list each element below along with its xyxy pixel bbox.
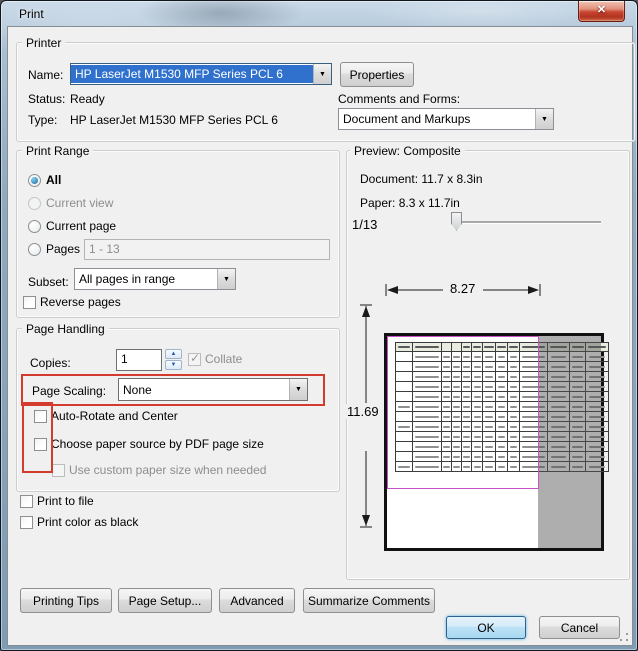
page-scaling-select[interactable]: None ▼: [118, 378, 308, 401]
printer-name-label: Name:: [28, 68, 63, 82]
page-scaling-value: None: [119, 381, 289, 399]
paper-source-checkbox[interactable]: [34, 438, 47, 451]
printer-status-label: Status:: [28, 92, 65, 106]
radio-current-view: [28, 197, 41, 210]
width-dimension-label: 8.27: [448, 281, 477, 296]
title-bar[interactable]: Print ✕: [1, 1, 637, 26]
custom-paper-label: Use custom paper size when needed: [69, 463, 266, 477]
check-icon: ✓: [190, 351, 200, 365]
resize-grip[interactable]: [619, 632, 629, 642]
copies-input[interactable]: 1: [116, 349, 162, 371]
comments-forms-select[interactable]: Document and Markups ▼: [338, 108, 554, 130]
copies-label: Copies:: [30, 356, 71, 370]
spin-up-icon[interactable]: ▲: [165, 349, 182, 359]
printer-group-label: Printer: [22, 36, 65, 50]
comments-forms-label: Comments and Forms:: [338, 92, 460, 106]
print-range-group-label: Print Range: [22, 144, 93, 158]
radio-pages[interactable]: [28, 243, 41, 256]
chevron-down-icon[interactable]: ▼: [289, 379, 307, 400]
spin-down-icon[interactable]: ▼: [165, 360, 182, 370]
subset-select[interactable]: All pages in range ▼: [74, 268, 236, 290]
print-to-file-checkbox[interactable]: [20, 495, 33, 508]
subset-label: Subset:: [28, 275, 69, 289]
preview-content-bounds: [387, 336, 539, 489]
print-color-black-label[interactable]: Print color as black: [37, 515, 138, 529]
preview-document-info: Document: 11.7 x 8.3in: [360, 172, 483, 186]
advanced-button[interactable]: Advanced: [219, 588, 295, 613]
cancel-button[interactable]: Cancel: [539, 616, 620, 639]
printer-name-select[interactable]: HP LaserJet M1530 MFP Series PCL 6 ▼: [70, 63, 332, 85]
properties-button[interactable]: Properties: [340, 62, 414, 87]
page-setup-button[interactable]: Page Setup...: [118, 588, 212, 613]
reverse-pages-label[interactable]: Reverse pages: [40, 295, 121, 309]
preview-page-indicator: 1/13: [352, 217, 377, 232]
radio-all[interactable]: [28, 174, 41, 187]
radio-all-label[interactable]: All: [46, 173, 61, 187]
printing-tips-button[interactable]: Printing Tips: [20, 588, 112, 613]
radio-current-page-label[interactable]: Current page: [46, 219, 116, 233]
window-title: Print: [19, 7, 44, 21]
radio-current-view-label: Current view: [46, 196, 113, 210]
collate-checkbox: ✓: [188, 353, 201, 366]
reverse-pages-checkbox[interactable]: [23, 296, 36, 309]
preview-page: [384, 333, 604, 551]
print-color-black-checkbox[interactable]: [20, 516, 33, 529]
page-scaling-label: Page Scaling:: [32, 384, 106, 398]
paper-source-label[interactable]: Choose paper source by PDF page size: [51, 437, 264, 451]
dialog-body: Printer Name: HP LaserJet M1530 MFP Seri…: [7, 26, 633, 646]
printer-type-label: Type:: [28, 113, 57, 127]
printer-name-value: HP LaserJet M1530 MFP Series PCL 6: [71, 65, 313, 83]
comments-forms-value: Document and Markups: [339, 110, 535, 128]
chevron-down-icon[interactable]: ▼: [535, 109, 553, 129]
print-range-group: [16, 150, 340, 318]
radio-pages-label[interactable]: Pages: [46, 242, 80, 256]
preview-group-label: Preview: Composite: [350, 144, 465, 158]
auto-rotate-label[interactable]: Auto-Rotate and Center: [51, 409, 178, 423]
preview-page-slider-track[interactable]: [451, 221, 601, 223]
printer-type-value: HP LaserJet M1530 MFP Series PCL 6: [70, 113, 278, 127]
close-icon[interactable]: ✕: [578, 1, 625, 22]
collate-label: Collate: [205, 352, 242, 366]
preview-clipped-region: [538, 336, 601, 548]
radio-current-page[interactable]: [28, 220, 41, 233]
print-dialog-window: Print ✕ Printer Name: HP LaserJet M1530 …: [0, 0, 638, 651]
summarize-comments-button[interactable]: Summarize Comments: [303, 588, 435, 613]
height-dimension-label: 11.69: [345, 404, 381, 419]
print-to-file-label[interactable]: Print to file: [37, 494, 94, 508]
printer-status-value: Ready: [70, 92, 105, 106]
preview-paper-info: Paper: 8.3 x 11.7in: [360, 196, 460, 210]
pages-range-input[interactable]: 1 - 13: [84, 239, 330, 260]
chevron-down-icon[interactable]: ▼: [217, 269, 235, 289]
subset-value: All pages in range: [75, 270, 217, 288]
copies-stepper[interactable]: ▲ ▼: [165, 349, 182, 371]
custom-paper-checkbox: [52, 464, 65, 477]
page-handling-group-label: Page Handling: [22, 322, 109, 336]
auto-rotate-checkbox[interactable]: [34, 410, 47, 423]
ok-button[interactable]: OK: [446, 616, 526, 639]
chevron-down-icon[interactable]: ▼: [313, 64, 331, 84]
